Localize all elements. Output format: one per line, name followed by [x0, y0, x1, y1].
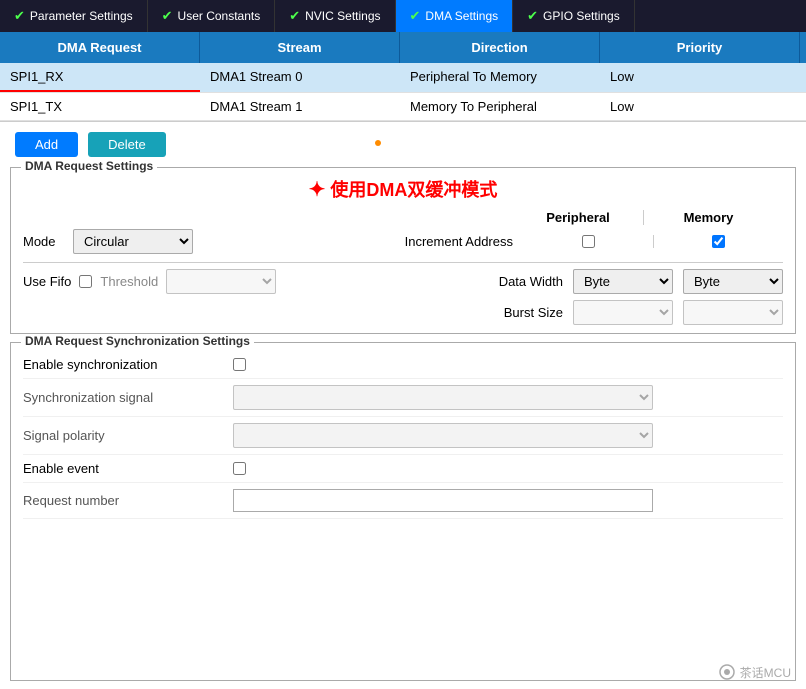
- cell-stream-1: DMA1 Stream 0: [200, 63, 400, 92]
- memory-col-header: Memory: [643, 210, 773, 225]
- table-header: DMA Request Stream Direction Priority: [0, 32, 806, 63]
- burst-row: Burst Size: [23, 300, 783, 325]
- add-button[interactable]: Add: [15, 132, 78, 157]
- cell-stream-2: DMA1 Stream 1: [200, 93, 400, 120]
- dma-request-settings-box: DMA Request Settings ✦ 使用DMA双缓冲模式 Periph…: [10, 167, 796, 334]
- peripheral-increment-checkbox-cell: [523, 235, 653, 248]
- data-width-label: Data Width: [499, 274, 563, 289]
- watermark: 茶话MCU: [718, 663, 791, 681]
- dma-annotation: ✦ 使用DMA双缓冲模式: [23, 176, 783, 202]
- sync-signal-select[interactable]: [233, 385, 653, 410]
- table-row[interactable]: SPI1_TX DMA1 Stream 1 Memory To Peripher…: [0, 93, 806, 121]
- request-number-label: Request number: [23, 493, 223, 508]
- enable-event-label: Enable event: [23, 461, 223, 476]
- peripheral-increment-checkbox[interactable]: [582, 235, 595, 248]
- col-direction: Direction: [400, 32, 600, 63]
- threshold-label: Threshold: [100, 274, 158, 289]
- memory-data-width-select[interactable]: Byte Half Word Word: [683, 269, 783, 294]
- cell-request-2: SPI1_TX: [0, 93, 200, 120]
- tab-nvic-settings[interactable]: ✔ NVIC Settings: [275, 0, 395, 32]
- table-body: SPI1_RX DMA1 Stream 0 Peripheral To Memo…: [0, 63, 806, 122]
- star-icon: ✦: [309, 179, 326, 201]
- delete-button[interactable]: Delete: [88, 132, 166, 157]
- main-content: DMA Request Stream Direction Priority SP…: [0, 32, 806, 689]
- enable-sync-checkbox[interactable]: [233, 358, 246, 371]
- tab-user-constants[interactable]: ✔ User Constants: [148, 0, 276, 32]
- dma-divider: [23, 262, 783, 263]
- mode-label: Mode: [23, 234, 73, 249]
- orange-dot: [375, 140, 381, 146]
- peripheral-data-width-select[interactable]: Byte Half Word Word: [573, 269, 673, 294]
- sync-settings-box: DMA Request Synchronization Settings Ena…: [10, 342, 796, 681]
- sync-signal-label: Synchronization signal: [23, 390, 223, 405]
- table-row[interactable]: SPI1_RX DMA1 Stream 0 Peripheral To Memo…: [0, 63, 806, 93]
- cell-direction-2: Memory To Peripheral: [400, 93, 600, 120]
- threshold-select[interactable]: [166, 269, 276, 294]
- use-fifo-checkbox[interactable]: [79, 275, 92, 288]
- dma-settings-title: DMA Request Settings: [21, 159, 157, 173]
- sync-row-signal-polarity: Signal polarity: [23, 417, 783, 455]
- check-icon-user: ✔: [162, 8, 173, 24]
- cell-priority-1: Low: [600, 63, 800, 92]
- col-stream: Stream: [200, 32, 400, 63]
- col-dma-request: DMA Request: [0, 32, 200, 63]
- enable-event-checkbox[interactable]: [233, 462, 246, 475]
- signal-polarity-label: Signal polarity: [23, 428, 223, 443]
- cell-direction-1: Peripheral To Memory: [400, 63, 600, 92]
- mode-select[interactable]: Circular Normal: [73, 229, 193, 254]
- request-number-input[interactable]: [233, 489, 653, 512]
- check-icon-gpio: ✔: [527, 8, 538, 24]
- burst-size-label: Burst Size: [403, 305, 563, 320]
- peripheral-col-header: Peripheral: [513, 210, 643, 225]
- mode-row: Mode Circular Normal Increment Address: [23, 229, 783, 254]
- use-fifo-label: Use Fifo: [23, 274, 71, 289]
- sync-row-sync-signal: Synchronization signal: [23, 379, 783, 417]
- col-priority: Priority: [600, 32, 800, 63]
- enable-sync-label: Enable synchronization: [23, 357, 223, 372]
- sync-row-enable-event: Enable event: [23, 455, 783, 483]
- sync-settings-title: DMA Request Synchronization Settings: [21, 334, 254, 348]
- memory-increment-checkbox[interactable]: [712, 235, 725, 248]
- tab-gpio-settings[interactable]: ✔ GPIO Settings: [513, 0, 635, 32]
- tab-dma-settings[interactable]: ✔ DMA Settings: [396, 0, 514, 32]
- memory-increment-checkbox-cell: [653, 235, 783, 248]
- fifo-row: Use Fifo Threshold Data Width Byte Half …: [23, 269, 783, 294]
- sync-row-request-number: Request number: [23, 483, 783, 519]
- memory-burst-select[interactable]: [683, 300, 783, 325]
- check-icon-param: ✔: [14, 8, 25, 24]
- signal-polarity-select[interactable]: [233, 423, 653, 448]
- dma-col-headers: Peripheral Memory: [23, 210, 783, 225]
- tab-parameter-settings[interactable]: ✔ Parameter Settings: [0, 0, 148, 32]
- watermark-logo-icon: [718, 663, 736, 681]
- sync-row-enable-sync: Enable synchronization: [23, 351, 783, 379]
- top-nav: ✔ Parameter Settings ✔ User Constants ✔ …: [0, 0, 806, 32]
- check-icon-nvic: ✔: [289, 8, 300, 24]
- peripheral-burst-select[interactable]: [573, 300, 673, 325]
- cell-priority-2: Low: [600, 93, 800, 120]
- check-icon-dma: ✔: [410, 8, 421, 24]
- increment-address-label: Increment Address: [353, 234, 513, 249]
- cell-request-1: SPI1_RX: [0, 63, 200, 92]
